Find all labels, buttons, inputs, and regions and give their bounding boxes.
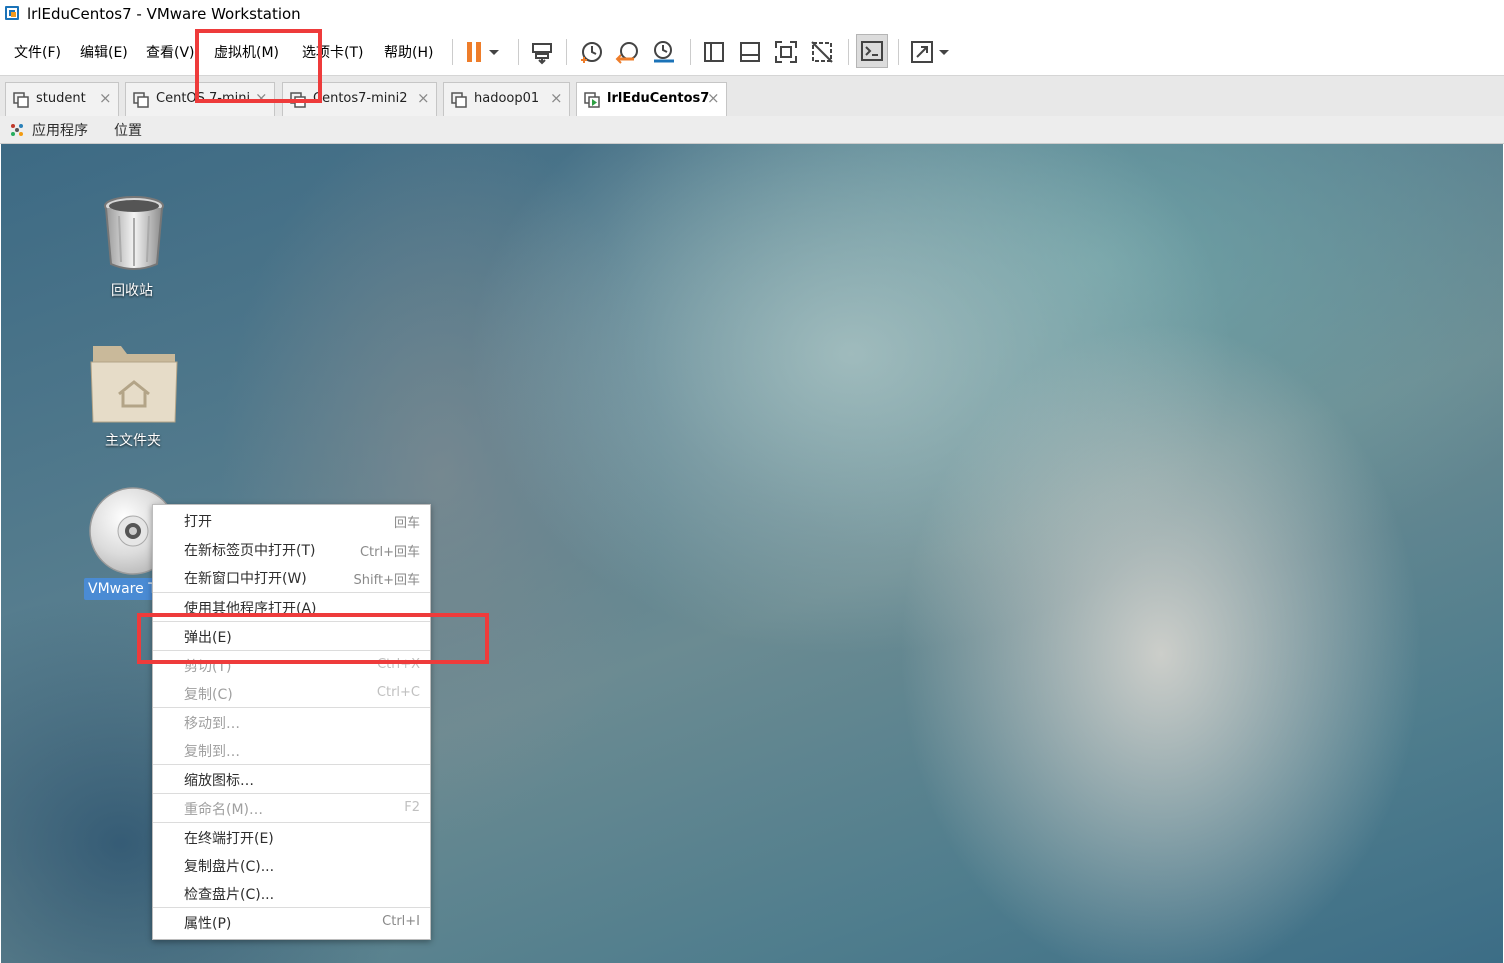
stretch-view-icon[interactable]	[908, 38, 936, 66]
close-icon[interactable]: ×	[707, 89, 720, 107]
dropdown-icon[interactable]	[936, 38, 952, 66]
menu-item-label: 缩放图标…	[184, 773, 254, 789]
menu-item-shortcut: Ctrl+回车	[359, 545, 420, 560]
menu-item-label: 重命名(M)…	[184, 802, 264, 818]
tab-label: hadoop01	[474, 91, 540, 106]
trash-label[interactable]: 回收站	[111, 280, 153, 300]
menu-item-label: 复制盘片(C)...	[184, 859, 275, 875]
menu-item-copy-to[interactable]: 复制到…	[153, 736, 430, 764]
menu-item-open-new-window[interactable]: 在新窗口中打开(W) Shift+回车	[153, 563, 430, 591]
menu-item-check-disc[interactable]: 检查盘片(C)...	[153, 879, 430, 907]
menu-item-label: 在终端打开(E)	[184, 831, 274, 847]
menu-item-open[interactable]: 打开 回车	[153, 506, 430, 534]
menu-item-label: 移动到…	[184, 716, 240, 732]
title-bar: lrlEduCentos7 - VMware Workstation	[0, 0, 1504, 29]
tab-lrleducentos7[interactable]: lrlEduCentos7 ×	[576, 82, 727, 117]
menu-item-copy-disc[interactable]: 复制盘片(C)...	[153, 851, 430, 879]
menu-item-label: 复制到…	[184, 744, 240, 760]
fullscreen-icon[interactable]	[772, 38, 800, 66]
thumbnail-view-icon[interactable]	[736, 38, 764, 66]
menu-item-copy[interactable]: 复制(C) Ctrl+C	[153, 679, 430, 707]
menu-item-label: 复制(C)	[184, 687, 233, 703]
home-folder-icon[interactable]	[89, 340, 179, 424]
dropdown-icon[interactable]	[486, 38, 502, 66]
applications-menu[interactable]: 应用程序	[32, 120, 88, 140]
tab-label: student	[36, 91, 86, 106]
menu-item-open-terminal[interactable]: 在终端打开(E)	[153, 823, 430, 851]
places-menu[interactable]: 位置	[114, 120, 142, 140]
snapshot-manager-icon[interactable]	[650, 38, 678, 66]
close-icon[interactable]: ×	[99, 89, 112, 107]
toolbar-separator	[452, 39, 453, 65]
menu-item-move-to[interactable]: 移动到…	[153, 708, 430, 736]
menu-item-label: 在新窗口中打开(W)	[184, 571, 307, 587]
annotation-highlight-eject	[137, 613, 489, 664]
menu-item-shortcut: Shift+回车	[353, 573, 420, 588]
menu-item-shortcut: Ctrl+I	[382, 914, 420, 929]
library-view-icon[interactable]	[700, 38, 728, 66]
menu-item-shortcut: Ctrl+C	[376, 685, 420, 700]
menu-item-label: 属性(P)	[184, 916, 232, 932]
toolbar-separator	[690, 39, 691, 65]
close-icon[interactable]: ×	[417, 89, 430, 107]
vm-running-icon	[584, 92, 600, 108]
toolbar-separator	[566, 39, 567, 65]
menu-view[interactable]: 查看(V)	[146, 42, 195, 62]
menu-item-label: 检查盘片(C)...	[184, 887, 275, 903]
pause-icon[interactable]	[461, 38, 489, 66]
console-button[interactable]	[856, 34, 888, 68]
console-icon	[861, 41, 883, 61]
menu-file[interactable]: 文件(F)	[14, 42, 61, 62]
vm-icon	[133, 92, 149, 108]
toolbar-separator	[848, 39, 849, 65]
revert-snapshot-icon[interactable]	[614, 38, 642, 66]
menu-item-shortcut: 回车	[393, 516, 420, 531]
menu-edit[interactable]: 编辑(E)	[80, 42, 128, 62]
toolbar-separator	[898, 39, 899, 65]
vm-icon	[451, 92, 467, 108]
home-folder-label[interactable]: 主文件夹	[105, 430, 161, 450]
window-title: lrlEduCentos7 - VMware Workstation	[27, 5, 301, 23]
menu-item-label: 在新标签页中打开(T)	[184, 543, 316, 559]
trash-icon[interactable]	[99, 194, 169, 274]
unity-icon[interactable]	[808, 38, 836, 66]
vmware-app-icon	[5, 6, 19, 20]
menu-item-properties[interactable]: 属性(P) Ctrl+I	[153, 908, 430, 936]
vm-icon	[13, 92, 29, 108]
close-icon[interactable]: ×	[550, 89, 563, 107]
send-keys-icon[interactable]	[528, 38, 556, 66]
tab-label: lrlEduCentos7	[607, 91, 710, 106]
menu-item-shortcut: F2	[404, 800, 420, 815]
vmware-tools-label[interactable]: VMware T	[88, 581, 157, 597]
menu-item-resize-icon[interactable]: 缩放图标…	[153, 765, 430, 793]
menu-item-open-new-tab[interactable]: 在新标签页中打开(T) Ctrl+回车	[153, 535, 430, 563]
tab-student[interactable]: student ×	[5, 82, 119, 116]
annotation-highlight-vm-menu	[195, 29, 322, 103]
gnome-top-panel: 应用程序 位置	[0, 116, 1504, 144]
tab-label: Centos7-mini2	[313, 91, 408, 106]
applications-icon[interactable]	[9, 122, 25, 138]
snapshot-icon[interactable]	[578, 38, 606, 66]
toolbar-separator	[518, 39, 519, 65]
context-menu: 打开 回车 在新标签页中打开(T) Ctrl+回车 在新窗口中打开(W) Shi…	[152, 504, 431, 940]
menu-item-rename[interactable]: 重命名(M)… F2	[153, 794, 430, 822]
tab-hadoop01[interactable]: hadoop01 ×	[443, 82, 570, 116]
menu-help[interactable]: 帮助(H)	[384, 42, 433, 62]
menu-item-label: 打开	[184, 514, 212, 530]
